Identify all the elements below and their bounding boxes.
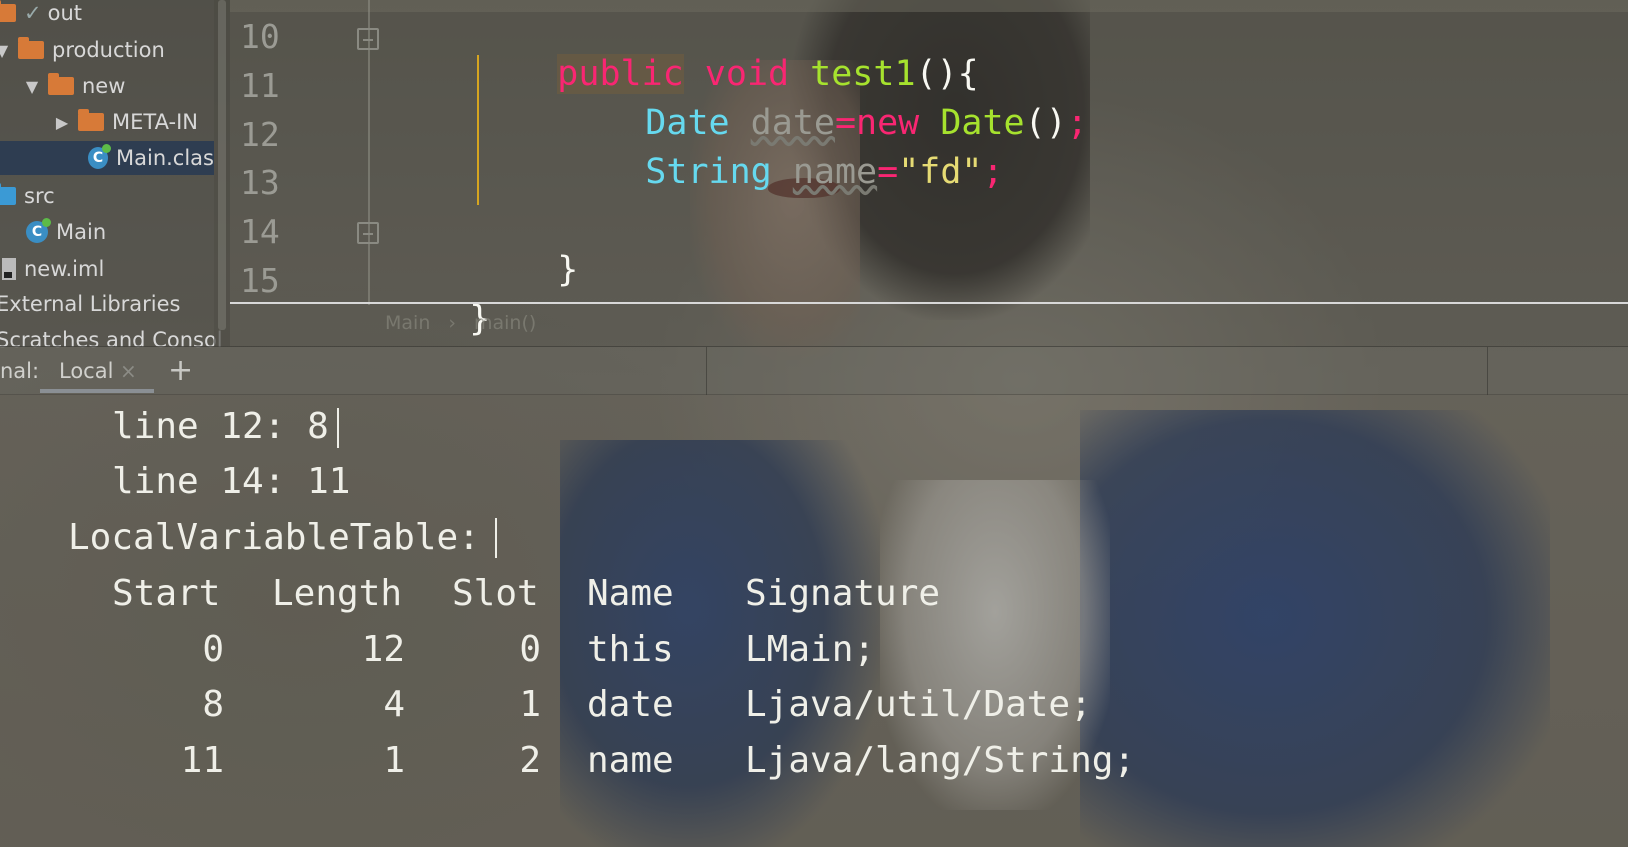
folder-icon — [0, 0, 16, 22]
project-tree-scrollbar[interactable] — [214, 0, 230, 346]
table-cell: this — [587, 629, 674, 670]
java-class-icon: C — [26, 218, 51, 243]
tab-local[interactable]: Local × — [40, 347, 154, 395]
line-number: 14 — [240, 212, 280, 251]
tree-item-external-libraries[interactable]: External Libraries — [0, 287, 181, 321]
table-cell: 2 — [519, 740, 541, 781]
breadcrumb-separator: › — [448, 312, 456, 334]
chevron-right-icon: ▶ — [55, 112, 69, 132]
table-cell: Ljava/lang/String; — [745, 740, 1136, 781]
breadcrumb-class[interactable]: Main — [385, 312, 430, 334]
table-header-name: Name — [587, 573, 674, 614]
table-cell: 12 — [361, 629, 405, 670]
java-class-icon: C — [88, 144, 111, 169]
table-cell: 8 — [202, 684, 224, 725]
line-number: 15 — [240, 261, 280, 300]
line-number: 10 — [240, 17, 280, 56]
terminal-line: line 14: 11 — [112, 461, 351, 502]
tree-item-out[interactable]: ✓ out — [0, 0, 82, 30]
line-number: 12 — [240, 115, 280, 154]
table-cell: 1 — [383, 740, 405, 781]
table-cell: 0 — [519, 629, 541, 670]
terminal-line: line 12: 8 — [112, 406, 329, 447]
tab-local-label: Local — [59, 359, 114, 383]
module-file-icon — [2, 258, 16, 280]
table-header-start: Start — [112, 573, 221, 614]
tree-item-main[interactable]: C Main — [26, 215, 106, 249]
new-terminal-button[interactable]: + — [168, 353, 193, 388]
table-cell: date — [587, 684, 674, 725]
fold-end-icon[interactable] — [357, 222, 379, 244]
table-header-slot: Slot — [452, 573, 539, 614]
close-icon[interactable]: × — [120, 359, 137, 383]
project-tree-panel: ✓ out ▼ production ▼ new ▶ META-IN C Mai… — [0, 0, 223, 352]
check-icon: ✓ — [24, 1, 42, 25]
folder-icon — [48, 73, 74, 95]
tree-item-main-class[interactable]: C Main.clas — [0, 141, 214, 175]
table-header-signature: Signature — [745, 573, 941, 614]
tree-item-meta-inf[interactable]: ▶ META-IN — [54, 105, 198, 139]
code-editor[interactable]: 10 11 12 13 14 15 public void test1(){ D… — [230, 0, 1628, 346]
line-number: 13 — [240, 163, 280, 202]
terminal-label: nal: — [0, 359, 40, 383]
table-cell: name — [587, 740, 674, 781]
breadcrumb-method[interactable]: main() — [474, 312, 536, 334]
folder-icon — [18, 37, 44, 59]
table-cell: 1 — [519, 684, 541, 725]
code-line-12: String name="fd"; — [645, 152, 1004, 192]
tree-item-new[interactable]: ▼ new — [24, 69, 125, 103]
terminal-output[interactable]: line 12: 8 line 14: 11 LocalVariableTabl… — [0, 394, 1628, 847]
fold-collapse-icon[interactable] — [357, 28, 379, 50]
breadcrumb[interactable]: Main › main() — [385, 312, 554, 334]
tree-item-production[interactable]: ▼ production — [0, 33, 165, 67]
table-cell: LMain; — [745, 629, 876, 670]
table-cell: 11 — [180, 740, 224, 781]
terminal-line: LocalVariableTable: — [68, 517, 480, 558]
table-cell: 0 — [202, 629, 224, 670]
chevron-down-icon: ▼ — [25, 76, 39, 96]
source-folder-icon — [0, 183, 16, 205]
tree-item-src[interactable]: src — [0, 179, 55, 213]
folder-icon — [78, 109, 104, 131]
table-header-length: Length — [272, 573, 403, 614]
chevron-down-icon: ▼ — [0, 40, 9, 60]
table-cell: Ljava/util/Date; — [745, 684, 1092, 725]
tree-item-new-iml[interactable]: new.iml — [2, 252, 104, 286]
line-number: 11 — [240, 66, 280, 105]
table-cell: 4 — [383, 684, 405, 725]
terminal-tab-bar: nal: Local × + — [0, 346, 1628, 395]
